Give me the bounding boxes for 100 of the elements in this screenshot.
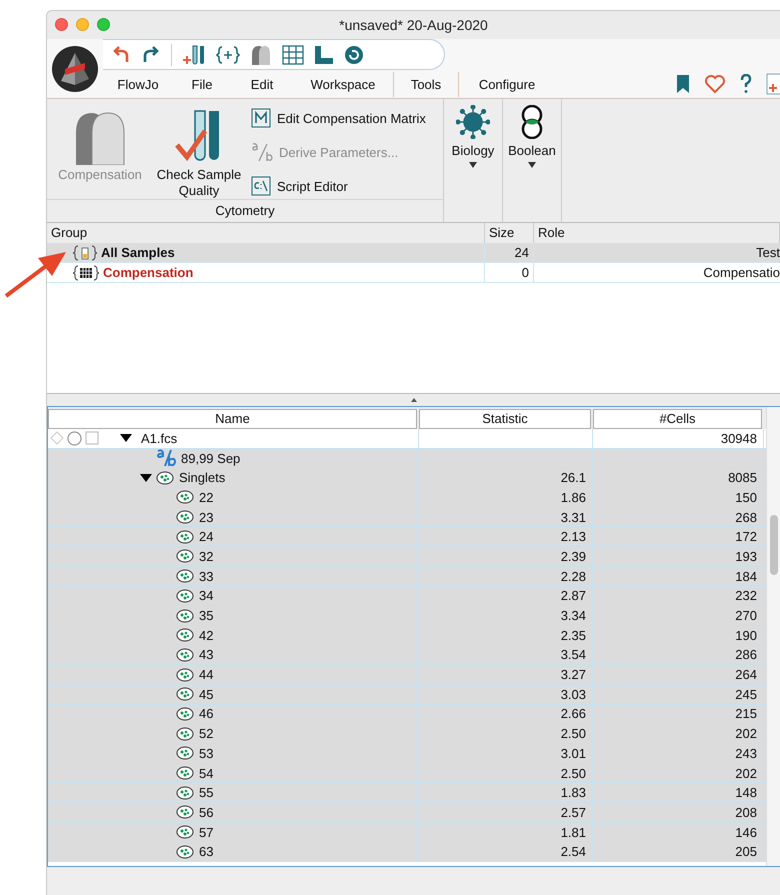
table-cell: 232	[593, 586, 764, 606]
node-name: 46	[199, 706, 214, 722]
menu-tab[interactable]: File	[173, 72, 231, 96]
undo-icon	[111, 46, 131, 64]
brackets-plus-icon	[216, 44, 240, 64]
node-name: 43	[199, 647, 214, 662]
node-name: 54	[199, 766, 214, 781]
node-name: 52	[199, 726, 214, 742]
table-cell: 2.50	[419, 764, 593, 782]
tree-row[interactable]: 34 2.87 232	[48, 586, 766, 606]
arches-icon	[250, 44, 272, 66]
table-cell: 208	[593, 803, 764, 822]
ruler-icon	[314, 44, 334, 64]
menu-tab[interactable]: Configure	[459, 72, 555, 96]
table-cell: 3.31	[419, 508, 593, 526]
table-cell: 3.34	[419, 606, 593, 625]
gate-oval-icon	[176, 608, 194, 623]
tree-row[interactable]: A1.fcs 30948	[48, 429, 766, 449]
tree-row[interactable]: 23 3.31 268	[48, 508, 766, 528]
tree-row[interactable]: 55 1.83 148	[48, 783, 766, 804]
collapse-triangle-icon[interactable]	[140, 474, 152, 482]
table-cell: 2.35	[419, 626, 593, 645]
ribbon-button[interactable]: Script Editor	[251, 173, 426, 199]
tree-row[interactable]: 32 2.39 193	[48, 547, 766, 567]
ribbon-button[interactable]: Check Sample Quality	[151, 105, 247, 199]
tree-row[interactable]: 24 2.13 172	[48, 527, 766, 548]
gate-oval-icon	[176, 668, 194, 682]
table-cell: 0	[485, 263, 534, 282]
node-name: 57	[199, 824, 214, 840]
tree-row[interactable]: 42 2.35 190	[48, 626, 766, 646]
console-icon	[251, 176, 271, 196]
group-row[interactable]: All Samples 24 Test	[47, 243, 780, 263]
table-cell: 202	[593, 724, 764, 743]
tree-row[interactable]: 57 1.81 146	[48, 822, 766, 842]
minimize-button[interactable]	[76, 18, 89, 31]
scrollbar[interactable]	[766, 407, 780, 866]
table-cell: 1.83	[419, 783, 593, 802]
close-button[interactable]	[55, 18, 68, 31]
tree-row[interactable]: 35 3.34 270	[48, 606, 766, 626]
ribbon-button[interactable]: Edit Compensation Matrix	[251, 105, 426, 131]
tree-row[interactable]: 54 2.50 202	[48, 764, 766, 784]
dropdown-button[interactable]: Boolean	[503, 99, 562, 222]
tree-row[interactable]: 22 1.86 150	[48, 488, 766, 508]
tree-row[interactable]: Singlets 26.1 8085	[48, 468, 766, 488]
tree-row[interactable]: 53 3.01 243	[48, 744, 766, 764]
gate-oval-icon	[176, 786, 194, 800]
table-cell: 3.54	[419, 646, 593, 664]
menu-tab[interactable]: Edit	[231, 72, 293, 96]
splitter-handle-icon	[410, 398, 416, 402]
table-cell: 2.28	[419, 566, 593, 586]
tree-row[interactable]: 46 2.66 215	[48, 704, 766, 724]
tree-row[interactable]: 43 3.54 286	[48, 646, 766, 666]
refresh-icon	[344, 44, 364, 64]
node-name: 33	[199, 568, 214, 584]
tree-row[interactable]: 52 2.50 202	[48, 724, 766, 744]
grid-icon	[282, 44, 304, 64]
node-name: 34	[199, 588, 214, 604]
ratio-icon	[251, 142, 273, 162]
gate-oval-icon	[176, 549, 194, 564]
tree-row[interactable]: 33 2.28 184	[48, 566, 766, 586]
zoom-button[interactable]	[97, 18, 110, 31]
group-row[interactable]: Compensation 0 Compensatio	[47, 263, 780, 283]
gate-oval-icon	[176, 510, 194, 524]
menu-tab[interactable]: Tools	[393, 72, 459, 96]
menu-tab[interactable]: Workspace	[293, 72, 393, 96]
dropdown-button[interactable]: Biology	[444, 99, 503, 222]
column-header[interactable]: #Cells	[593, 409, 762, 429]
node-name: Singlets	[179, 470, 226, 486]
table-cell: 3.01	[419, 744, 593, 763]
gate-oval-icon	[176, 766, 194, 780]
table-cell: 202	[593, 764, 764, 782]
tree-row[interactable]: 56 2.57 208	[48, 803, 766, 823]
table-cell: 24	[485, 243, 534, 262]
node-name: 32	[199, 548, 214, 564]
collapse-triangle-icon[interactable]	[120, 434, 132, 442]
gate-oval-icon	[176, 490, 194, 504]
gate-oval-icon	[176, 825, 194, 840]
tree-row[interactable]: 63 2.54 205	[48, 842, 766, 862]
table-cell: 3.27	[419, 665, 593, 684]
node-name: A1.fcs	[141, 430, 178, 446]
caret-icon	[528, 162, 536, 168]
gate-oval-icon	[176, 687, 194, 702]
node-name: 24	[199, 529, 214, 544]
window-title: *unsaved* 20-Aug-2020	[339, 17, 488, 33]
square-icon	[85, 431, 99, 446]
table-cell: 30948	[593, 429, 764, 448]
tree-row[interactable]: 44 3.27 264	[48, 665, 766, 685]
table-cell: 2.39	[419, 547, 593, 566]
menu-tab[interactable]: FlowJo	[103, 72, 173, 96]
tree-row[interactable]: 45 3.03 245	[48, 684, 766, 705]
table-cell: 148	[593, 783, 764, 802]
column-header[interactable]: Statistic	[419, 409, 591, 429]
diamond-icon	[50, 431, 64, 446]
table-cell: 215	[593, 704, 764, 724]
node-name: 89,99 Sep	[181, 450, 240, 466]
node-name: 23	[199, 510, 214, 525]
table-cell: 268	[593, 508, 764, 526]
column-header[interactable]: Name	[48, 409, 417, 429]
tree-row[interactable]: 89,99 Sep	[48, 448, 766, 468]
gate-oval-icon	[176, 648, 194, 662]
